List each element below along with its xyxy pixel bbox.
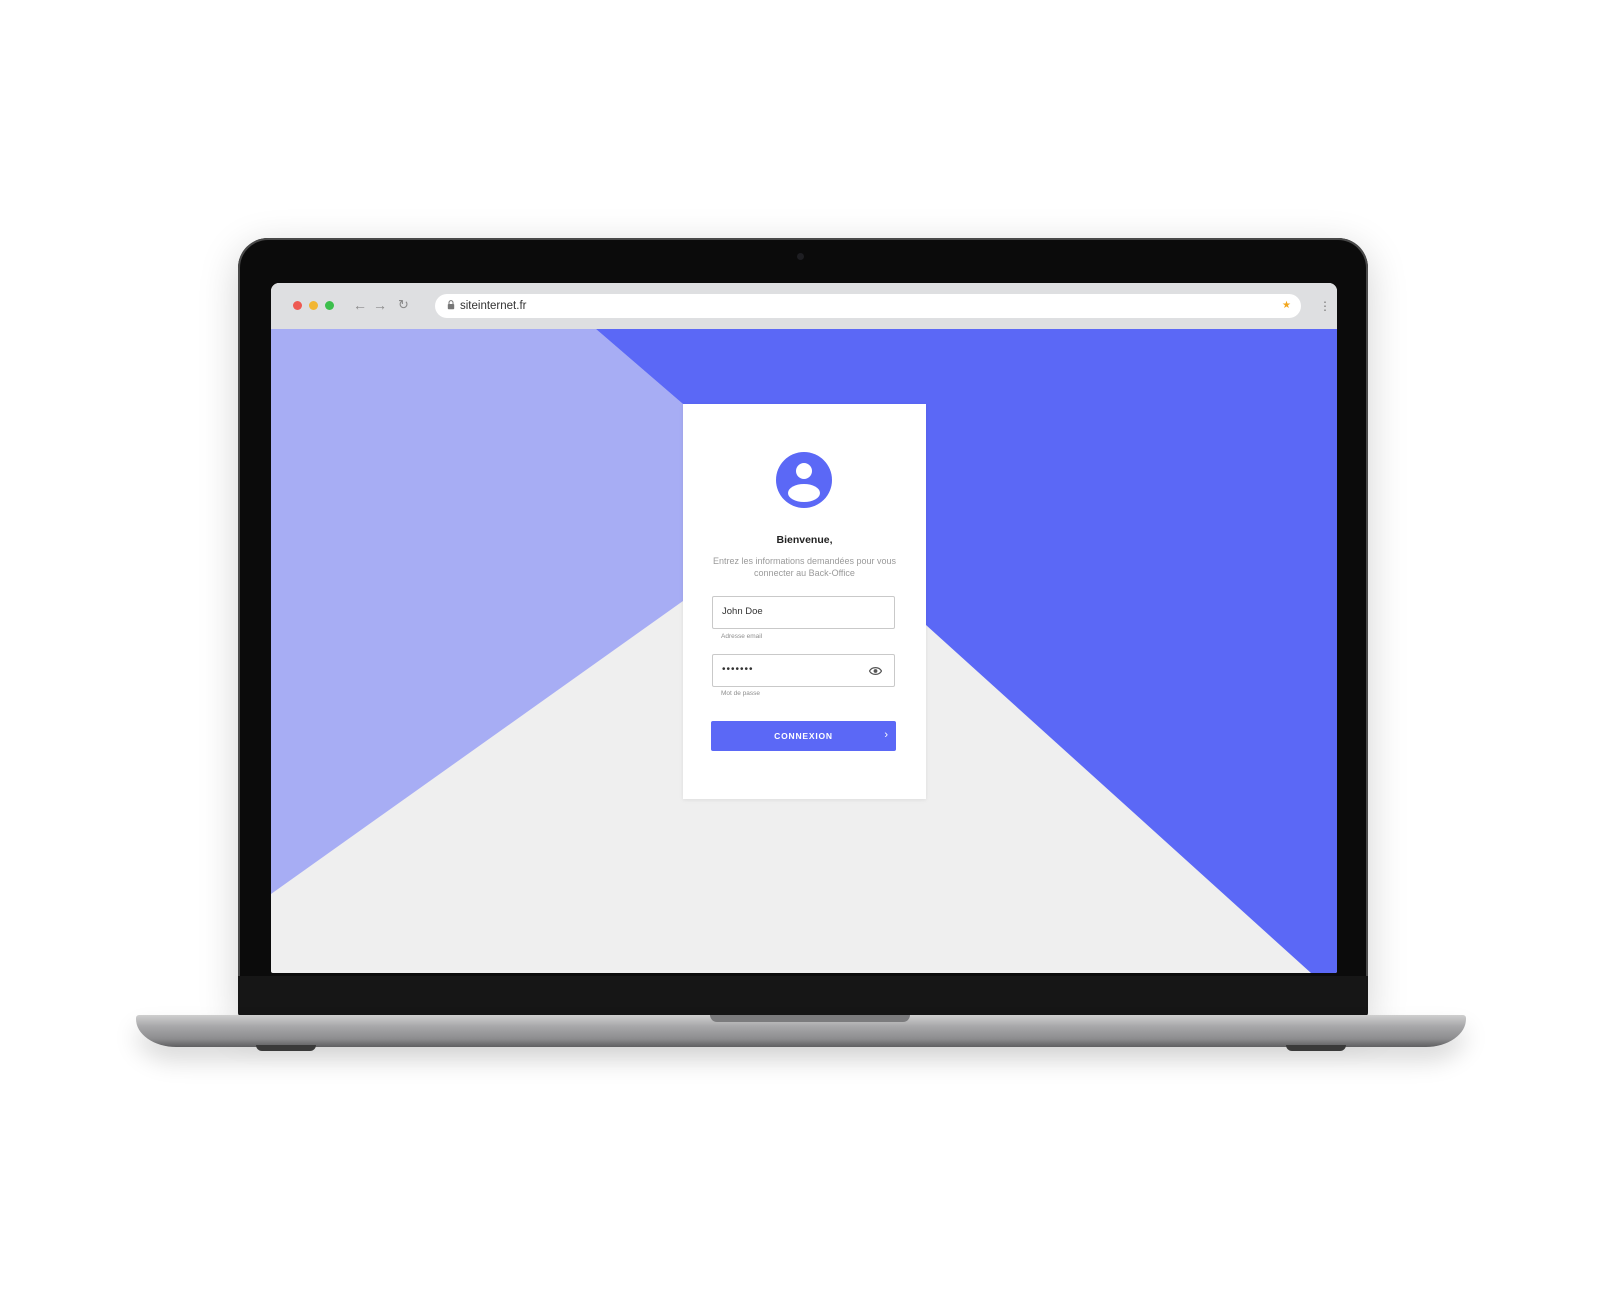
lock-icon (447, 300, 455, 310)
laptop-chin (238, 976, 1368, 1018)
email-helper-text: Adresse email (721, 633, 763, 640)
back-arrow-icon[interactable]: ← (353, 296, 367, 314)
forward-arrow-icon[interactable]: → (373, 296, 387, 314)
reload-icon[interactable]: ↻ (398, 296, 409, 314)
maximize-window-button[interactable] (325, 301, 334, 310)
login-subtitle: Entrez les informations demandées pour v… (712, 556, 897, 578)
password-field[interactable] (712, 654, 895, 687)
lid-notch (710, 1015, 910, 1022)
browser-toolbar: ← → ↻ siteinternet.fr ★ ⋮ (271, 283, 1337, 329)
minimize-window-button[interactable] (309, 301, 318, 310)
connexion-button-label: CONNEXION (774, 731, 833, 741)
close-window-button[interactable] (293, 301, 302, 310)
email-input[interactable] (722, 606, 862, 617)
welcome-title: Bienvenue, (776, 534, 833, 546)
show-password-eye-icon[interactable] (869, 666, 882, 676)
login-card: Bienvenue, Entrez les informations deman… (683, 404, 926, 799)
password-input[interactable] (722, 664, 862, 675)
url-text: siteinternet.fr (460, 300, 527, 312)
user-avatar-icon (776, 452, 832, 508)
laptop-screen: ← → ↻ siteinternet.fr ★ ⋮ Bienvenue, Ent… (271, 283, 1337, 973)
password-helper-text: Mot de passe (721, 690, 761, 697)
address-bar[interactable]: siteinternet.fr ★ (435, 294, 1301, 318)
connexion-button[interactable]: CONNEXION › (711, 721, 896, 751)
camera (797, 253, 804, 260)
laptop-base (136, 1015, 1466, 1051)
more-options-icon[interactable]: ⋮ (1319, 297, 1331, 315)
laptop-foot-left (256, 1045, 316, 1051)
left-light-shape (271, 329, 683, 894)
chevron-right-icon: › (884, 729, 888, 741)
email-field[interactable] (712, 596, 895, 629)
laptop-foot-right (1286, 1045, 1346, 1051)
bookmark-star-icon[interactable]: ★ (1282, 298, 1291, 314)
